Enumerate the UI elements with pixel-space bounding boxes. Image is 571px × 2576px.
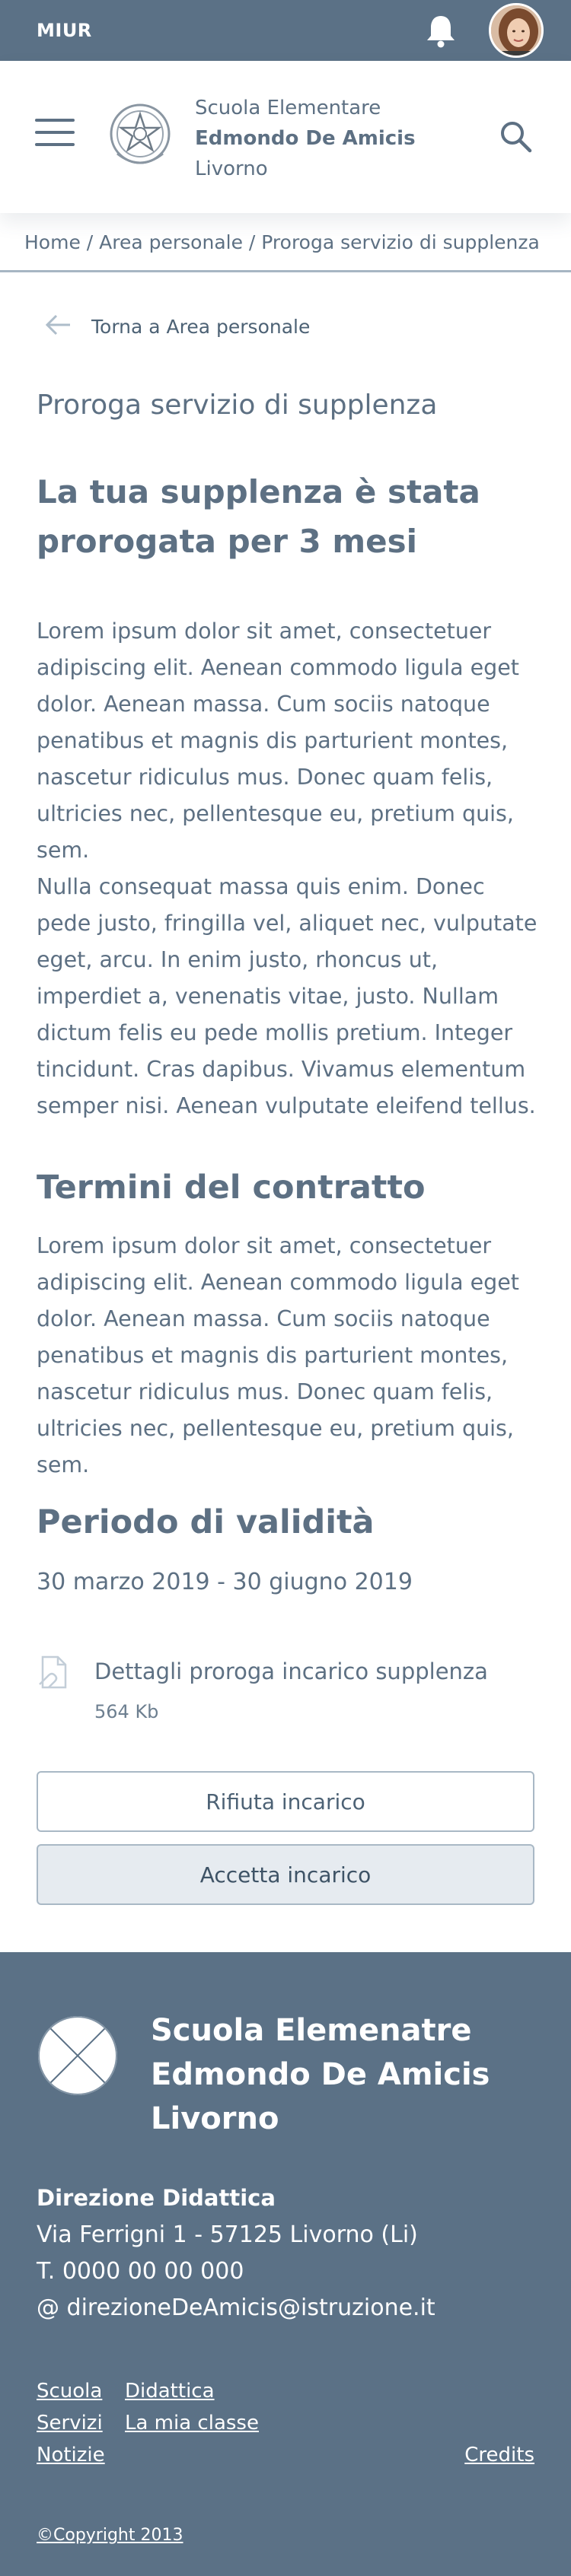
reject-button[interactable]: Rifiuta incarico [37,1771,534,1832]
school-name-line3: Livorno [195,157,268,180]
terms-title: Termini del contratto [37,1169,426,1207]
footer-link-servizi[interactable]: Servizi [37,2412,103,2434]
breadcrumb[interactable]: Home / Area personale / Proroga servizio… [0,213,571,272]
footer-link-scuola[interactable]: Scuola [37,2380,102,2403]
user-avatar[interactable] [489,3,544,58]
attachment-name[interactable]: Dettagli proroga incarico supplenza [94,1658,488,1684]
copyright[interactable]: ©Copyright 2013 [37,2526,183,2545]
back-link[interactable]: Torna a Area personale [44,313,310,339]
search-icon[interactable] [498,119,533,154]
footer-phone: T. 0000 00 00 000 [37,2258,244,2285]
file-attachment-icon [37,1654,72,1690]
terms-text: Lorem ipsum dolor sit amet, consectetuer… [37,1233,519,1477]
page-subtitle: Proroga servizio di supplenza [37,390,438,421]
footer-link-notizie[interactable]: Notizie [37,2444,105,2466]
validity-title: Periodo di validità [37,1503,375,1541]
back-link-label: Torna a Area personale [91,315,311,338]
footer-link-didattica[interactable]: Didattica [125,2380,215,2403]
site-footer: Scuola Elemenatre Edmondo De Amicis Livo… [0,1952,571,2576]
direction-title: Direzione Didattica [37,2185,276,2211]
bell-icon[interactable] [423,13,458,48]
school-logo-icon [37,2015,119,2097]
accept-button[interactable]: Accetta incarico [37,1844,534,1905]
school-name-line2: Edmondo De Amicis [195,127,416,150]
footer-school-name: Scuola Elemenatre Edmondo De Amicis Livo… [151,2008,490,2141]
validity-dates: 30 marzo 2019 - 30 giugno 2019 [37,1569,413,1595]
footer-link-mia-classe[interactable]: La mia classe [125,2412,259,2434]
brand-label: MIUR [37,20,92,41]
menu-icon[interactable] [35,119,75,149]
footer-name-line1: Scuola Elemenatre [151,2013,472,2048]
footer-link-credits[interactable]: Credits [464,2444,534,2466]
footer-address: Via Ferrigni 1 - 57125 Livorno (Li) [37,2221,418,2248]
paragraph-2: Nulla consequat massa quis enim. Donec p… [37,874,538,1118]
school-name[interactable]: Scuola Elementare Edmondo De Amicis Livo… [195,93,416,184]
school-name-line1: Scuola Elementare [195,97,381,119]
republic-emblem-icon [107,97,174,173]
paragraph-1: Lorem ipsum dolor sit amet, consectetuer… [37,619,519,863]
page-title: La tua supplenza è stata prorogata per 3… [37,473,480,560]
attachment-item[interactable]: Dettagli proroga incarico supplenza 564 … [37,1651,539,1727]
footer-email[interactable]: @ direzioneDeAmicis@istruzione.it [37,2295,435,2321]
attachment-size: 564 Kb [94,1701,159,1722]
footer-name-line3: Livorno [151,2101,279,2136]
footer-name-line2: Edmondo De Amicis [151,2057,490,2092]
top-bar: MIUR [0,0,571,61]
arrow-left-icon [44,313,72,339]
site-header: Scuola Elementare Edmondo De Amicis Livo… [0,61,571,213]
